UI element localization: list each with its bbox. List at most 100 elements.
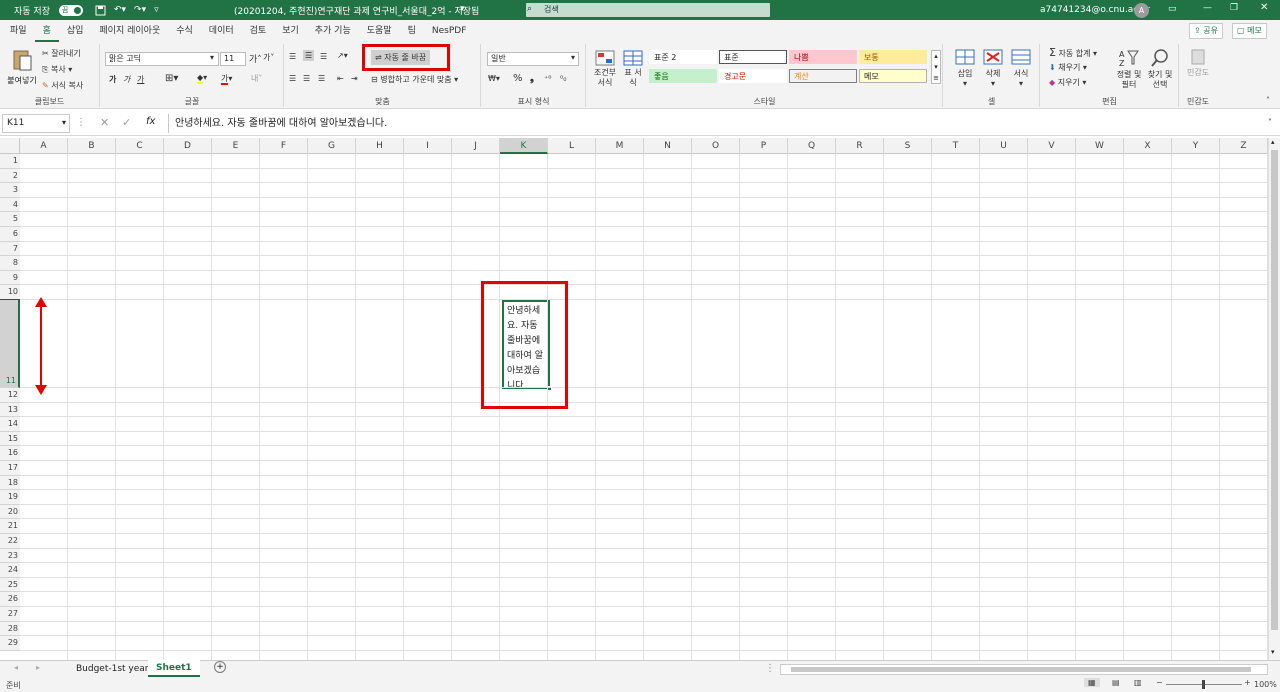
expand-formula-icon[interactable]: ˅ <box>1268 118 1272 127</box>
column-header-h[interactable]: H <box>356 138 404 154</box>
restore-icon[interactable]: ❐ <box>1230 3 1238 13</box>
row-header-6[interactable]: 6 <box>0 227 20 242</box>
row-header-23[interactable]: 23 <box>0 548 20 564</box>
row-header-4[interactable]: 4 <box>0 197 20 213</box>
column-header-o[interactable]: O <box>692 138 740 154</box>
bold-button[interactable]: 가 <box>109 74 116 85</box>
sensitivity-button[interactable]: 민감도 <box>1184 48 1212 78</box>
styles-scroll[interactable]: ▴ ▾ ≡ <box>931 50 941 84</box>
share-button[interactable]: ⇪ 공유 <box>1189 23 1223 39</box>
tab-help[interactable]: 도움말 <box>359 20 400 42</box>
format-cells-button[interactable]: 서식 ▾ <box>1010 48 1032 88</box>
row-header-9[interactable]: 9 <box>0 270 20 286</box>
column-header-u[interactable]: U <box>980 138 1028 154</box>
vertical-scrollbar[interactable]: ▴ ▾ <box>1268 138 1280 660</box>
horizontal-scrollbar[interactable] <box>780 664 1268 675</box>
fill-color-icon[interactable]: ◆▾ <box>197 73 207 84</box>
zoom-out-icon[interactable]: − <box>1156 678 1163 687</box>
column-header-e[interactable]: E <box>212 138 260 154</box>
column-header-q[interactable]: Q <box>788 138 836 154</box>
row-header-1[interactable]: 1 <box>0 154 20 169</box>
increase-decimal-icon[interactable]: ⁺⁰ <box>544 74 551 83</box>
align-bottom-icon[interactable]: ☰ <box>320 52 327 61</box>
conditional-format-button[interactable]: 조건부 서식 <box>591 50 619 88</box>
font-color-icon[interactable]: 가▾ <box>221 73 232 85</box>
row-header-26[interactable]: 26 <box>0 592 20 607</box>
memo-button[interactable]: ▢ 메모 <box>1232 23 1267 39</box>
percent-icon[interactable]: % <box>513 73 523 84</box>
row-header-7[interactable]: 7 <box>0 241 20 257</box>
redo-icon[interactable]: ↷▾ <box>130 5 150 15</box>
scroll-down-icon[interactable]: ▾ <box>1271 648 1275 656</box>
merge-center-button[interactable]: ⊟ 병합하고 가운데 맞춤 ▾ <box>371 74 458 85</box>
add-sheet-icon[interactable]: + <box>214 661 226 673</box>
row-header-13[interactable]: 13 <box>0 402 20 418</box>
row-header-2[interactable]: 2 <box>0 168 20 184</box>
accounting-icon[interactable]: ₩▾ <box>488 74 500 83</box>
row-header-28[interactable]: 28 <box>0 621 20 637</box>
column-header-s[interactable]: S <box>884 138 932 154</box>
row-header-14[interactable]: 14 <box>0 417 20 432</box>
fill-button[interactable]: ⬇ 채우기 ▾ <box>1049 62 1087 73</box>
decrease-font-icon[interactable]: 가˅ <box>263 52 274 63</box>
italic-button[interactable]: 가 <box>123 74 130 85</box>
align-top-icon[interactable]: ☰ <box>289 52 296 61</box>
page-break-view-icon[interactable]: ▥ <box>1134 678 1142 687</box>
column-header-t[interactable]: T <box>932 138 980 154</box>
decrease-decimal-icon[interactable]: ⁰₀ <box>560 74 566 83</box>
enter-icon[interactable]: ✓ <box>122 116 131 129</box>
align-right-icon[interactable]: ☰ <box>318 74 325 83</box>
normal-view-icon[interactable]: ▦ <box>1084 678 1100 687</box>
customize-qat-icon[interactable]: ▿ <box>150 5 163 15</box>
avatar[interactable]: A <box>1134 3 1149 18</box>
column-header-b[interactable]: B <box>68 138 116 154</box>
zoom-level[interactable]: 100% <box>1254 680 1277 689</box>
column-header-v[interactable]: V <box>1028 138 1076 154</box>
name-box[interactable]: K11 <box>2 114 70 133</box>
cut-button[interactable]: ✂ 잘라내기 <box>42 48 81 59</box>
select-all-corner[interactable] <box>0 138 20 154</box>
increase-font-icon[interactable]: 가˄ <box>249 52 262 65</box>
row-header-12[interactable]: 12 <box>0 388 20 403</box>
tab-view[interactable]: 보기 <box>274 20 307 42</box>
style-good[interactable]: 좋음 <box>649 69 717 83</box>
vertical-scroll-thumb[interactable] <box>1271 150 1278 630</box>
font-name-select[interactable]: 맑은 고딕 <box>105 52 219 66</box>
column-header-y[interactable]: Y <box>1172 138 1220 154</box>
column-header-w[interactable]: W <box>1076 138 1124 154</box>
column-header-f[interactable]: F <box>260 138 308 154</box>
column-header-d[interactable]: D <box>164 138 212 154</box>
clear-button[interactable]: ◆ 지우기 ▾ <box>1049 77 1086 88</box>
style-note[interactable]: 메모 <box>859 69 927 83</box>
row-header-19[interactable]: 19 <box>0 490 20 505</box>
row-header-20[interactable]: 20 <box>0 504 20 520</box>
row-header-25[interactable]: 25 <box>0 577 20 593</box>
tab-file[interactable]: 파일 <box>2 20 35 42</box>
row-header-22[interactable]: 22 <box>0 534 20 549</box>
ribbon-display-icon[interactable]: ▭ <box>1168 4 1177 14</box>
column-header-n[interactable]: N <box>644 138 692 154</box>
tab-addins[interactable]: 추가 기능 <box>307 20 359 42</box>
increase-indent-icon[interactable]: ⇥ <box>351 74 358 83</box>
row-header-18[interactable]: 18 <box>0 475 20 491</box>
worksheet-grid[interactable]: 안녕하세 요. 자동 줄바꿈에 대하여 알 아보겠습 니다. <box>20 154 1268 660</box>
function-icon[interactable]: fx <box>146 116 155 127</box>
autosum-button[interactable]: Σ 자동 합계 ▾ <box>1049 46 1097 59</box>
column-header-m[interactable]: M <box>596 138 644 154</box>
align-center-icon[interactable]: ☰ <box>303 74 310 83</box>
zoom-in-icon[interactable]: + <box>1244 678 1251 687</box>
zoom-slider[interactable] <box>1166 680 1242 689</box>
row-header-8[interactable]: 8 <box>0 256 20 271</box>
row-header-11[interactable]: 11 <box>0 300 20 388</box>
find-select-button[interactable]: 찾기 및 선택 <box>1145 48 1175 90</box>
decrease-indent-icon[interactable]: ⇤ <box>337 74 344 83</box>
tab-insert[interactable]: 삽입 <box>59 20 92 42</box>
tab-team[interactable]: 팀 <box>400 20 424 42</box>
tab-formulas[interactable]: 수식 <box>168 20 201 42</box>
style-calculation[interactable]: 계산 <box>789 69 857 83</box>
sort-filter-button[interactable]: A Z 정렬 및 필터 <box>1115 48 1143 90</box>
column-header-i[interactable]: I <box>404 138 452 154</box>
row-header-3[interactable]: 3 <box>0 183 20 198</box>
delete-cells-button[interactable]: 삭제 ▾ <box>982 48 1004 88</box>
more-sheets-icon[interactable]: ⋮ <box>765 663 775 674</box>
